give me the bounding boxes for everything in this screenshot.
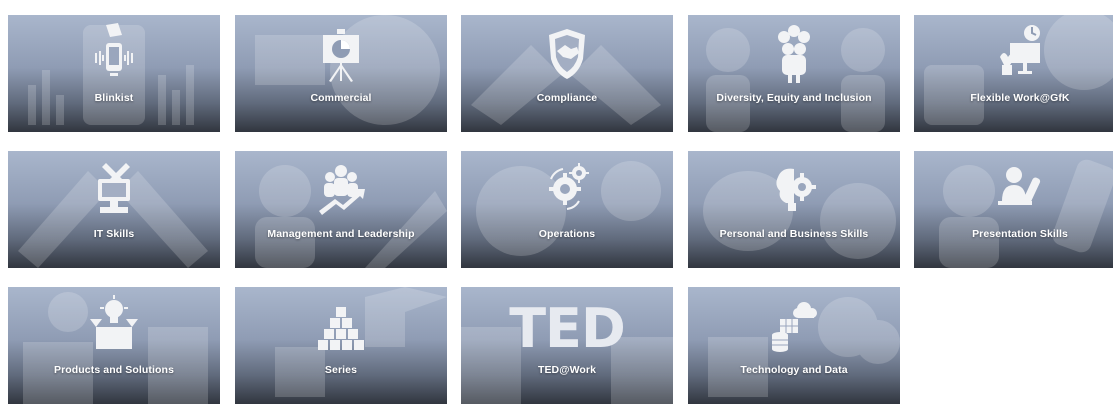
monitor-plant-icon xyxy=(1000,25,1040,75)
category-tile-blinkist[interactable]: Blinkist xyxy=(8,15,220,132)
presenter-remote-icon xyxy=(998,167,1041,205)
category-tile-ted-at-work[interactable]: TED TED@Work xyxy=(461,287,673,404)
lightbulb-box-icon xyxy=(90,295,138,349)
category-tile-compliance[interactable]: Compliance xyxy=(461,15,673,132)
ted-logo: TED xyxy=(509,297,626,360)
tile-label: Presentation Skills xyxy=(972,228,1068,240)
tile-label: Flexible Work@GfK xyxy=(970,92,1070,104)
tile-label: TED@Work xyxy=(537,364,597,376)
category-tile-commercial[interactable]: Commercial xyxy=(235,15,447,132)
category-tile-diversity[interactable]: Diversity, Equity and Inclusion xyxy=(688,15,900,132)
category-tile-operations[interactable]: Operations xyxy=(461,151,673,268)
tile-label: Blinkist xyxy=(94,92,134,104)
tile-label: IT Skills xyxy=(93,228,135,240)
tile-label: Diversity, Equity and Inclusion xyxy=(716,92,872,104)
tile-label: Operations xyxy=(538,228,596,240)
category-tile-products[interactable]: Products and Solutions xyxy=(8,287,220,404)
shield-handshake-icon xyxy=(549,29,585,79)
category-tile-technology-data[interactable]: Technology and Data xyxy=(688,287,900,404)
tile-label: Products and Solutions xyxy=(53,364,175,376)
diverse-people-icon xyxy=(778,25,810,83)
presentation-chart-icon xyxy=(323,29,359,82)
computer-tools-icon xyxy=(98,163,130,213)
tile-label: Compliance xyxy=(536,92,598,104)
category-tile-personal-business[interactable]: Personal and Business Skills xyxy=(688,151,900,268)
tile-label: Management and Leadership xyxy=(267,228,415,240)
category-tile-presentation[interactable]: Presentation Skills xyxy=(914,151,1113,268)
tile-label: Series xyxy=(324,364,358,376)
tile-label: Commercial xyxy=(310,92,372,104)
brain-gear-icon xyxy=(776,168,816,211)
cloud-database-icon xyxy=(772,302,817,352)
category-tile-series[interactable]: Series xyxy=(235,287,447,404)
category-tile-management[interactable]: Management and Leadership xyxy=(235,151,447,268)
tile-label: Technology and Data xyxy=(740,364,848,376)
phone-book-icon xyxy=(95,23,133,76)
stacked-cubes-icon xyxy=(318,307,364,350)
gears-icon xyxy=(549,163,589,210)
category-tile-it-skills[interactable]: IT Skills xyxy=(8,151,220,268)
category-tile-flexible-work[interactable]: Flexible Work@GfK xyxy=(914,15,1113,132)
leader-growth-icon xyxy=(319,165,365,215)
tile-label: Personal and Business Skills xyxy=(719,228,869,240)
